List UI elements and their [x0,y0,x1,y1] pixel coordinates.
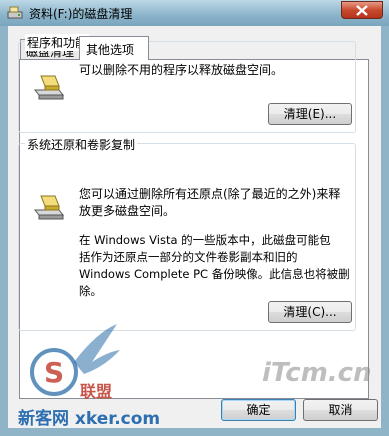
ok-button[interactable]: 确定 [221,399,296,421]
svg-text:S: S [44,356,64,389]
title-bar[interactable]: 资料(F:)的磁盘清理 [0,0,389,26]
drive-icon [33,195,65,220]
window-title: 资料(F:)的磁盘清理 [29,7,133,21]
restore-group: 系统还原和卷影复制 您可以通过删除所有还原点(除了最近的之外)来释 放更多磁盘空… [18,136,356,331]
tab-label: 其他选项 [86,43,135,57]
tab-other-options[interactable]: 其他选项 [79,36,149,60]
restore-cleanup-button[interactable]: 清理(C)... [268,301,352,323]
disk-cleanup-icon [7,6,23,19]
watermark-right-logo: iTcm.cn [262,358,372,388]
watermark-site: 新客网 xker.com [18,409,161,429]
programs-group: 程序和功能 可以删除不用的程序以释放磁盘空间。 清理(E)... [18,34,356,133]
programs-cleanup-button[interactable]: 清理(E)... [268,103,352,125]
drive-icon [33,75,65,100]
restore-description: 您可以通过删除所有还原点(除了最近的之外)来释 放更多磁盘空间。 [79,187,341,218]
close-icon [356,5,368,16]
close-button[interactable] [341,1,383,19]
cancel-button[interactable]: 取消 [303,399,378,421]
watermark-text-left: 联盟 [80,382,113,401]
programs-description: 可以删除不用的程序以释放磁盘空间。 [79,63,284,77]
dialog-window: 资料(F:)的磁盘清理 磁盘清理 其他选项 程序和功能 可以删除不用的程序以释放… [0,0,389,436]
restore-note: 在 Windows Vista 的一些版本中，此磁盘可能包 括作为还原点一部分的… [79,233,350,298]
restore-group-label: 系统还原和卷影复制 [25,136,138,153]
